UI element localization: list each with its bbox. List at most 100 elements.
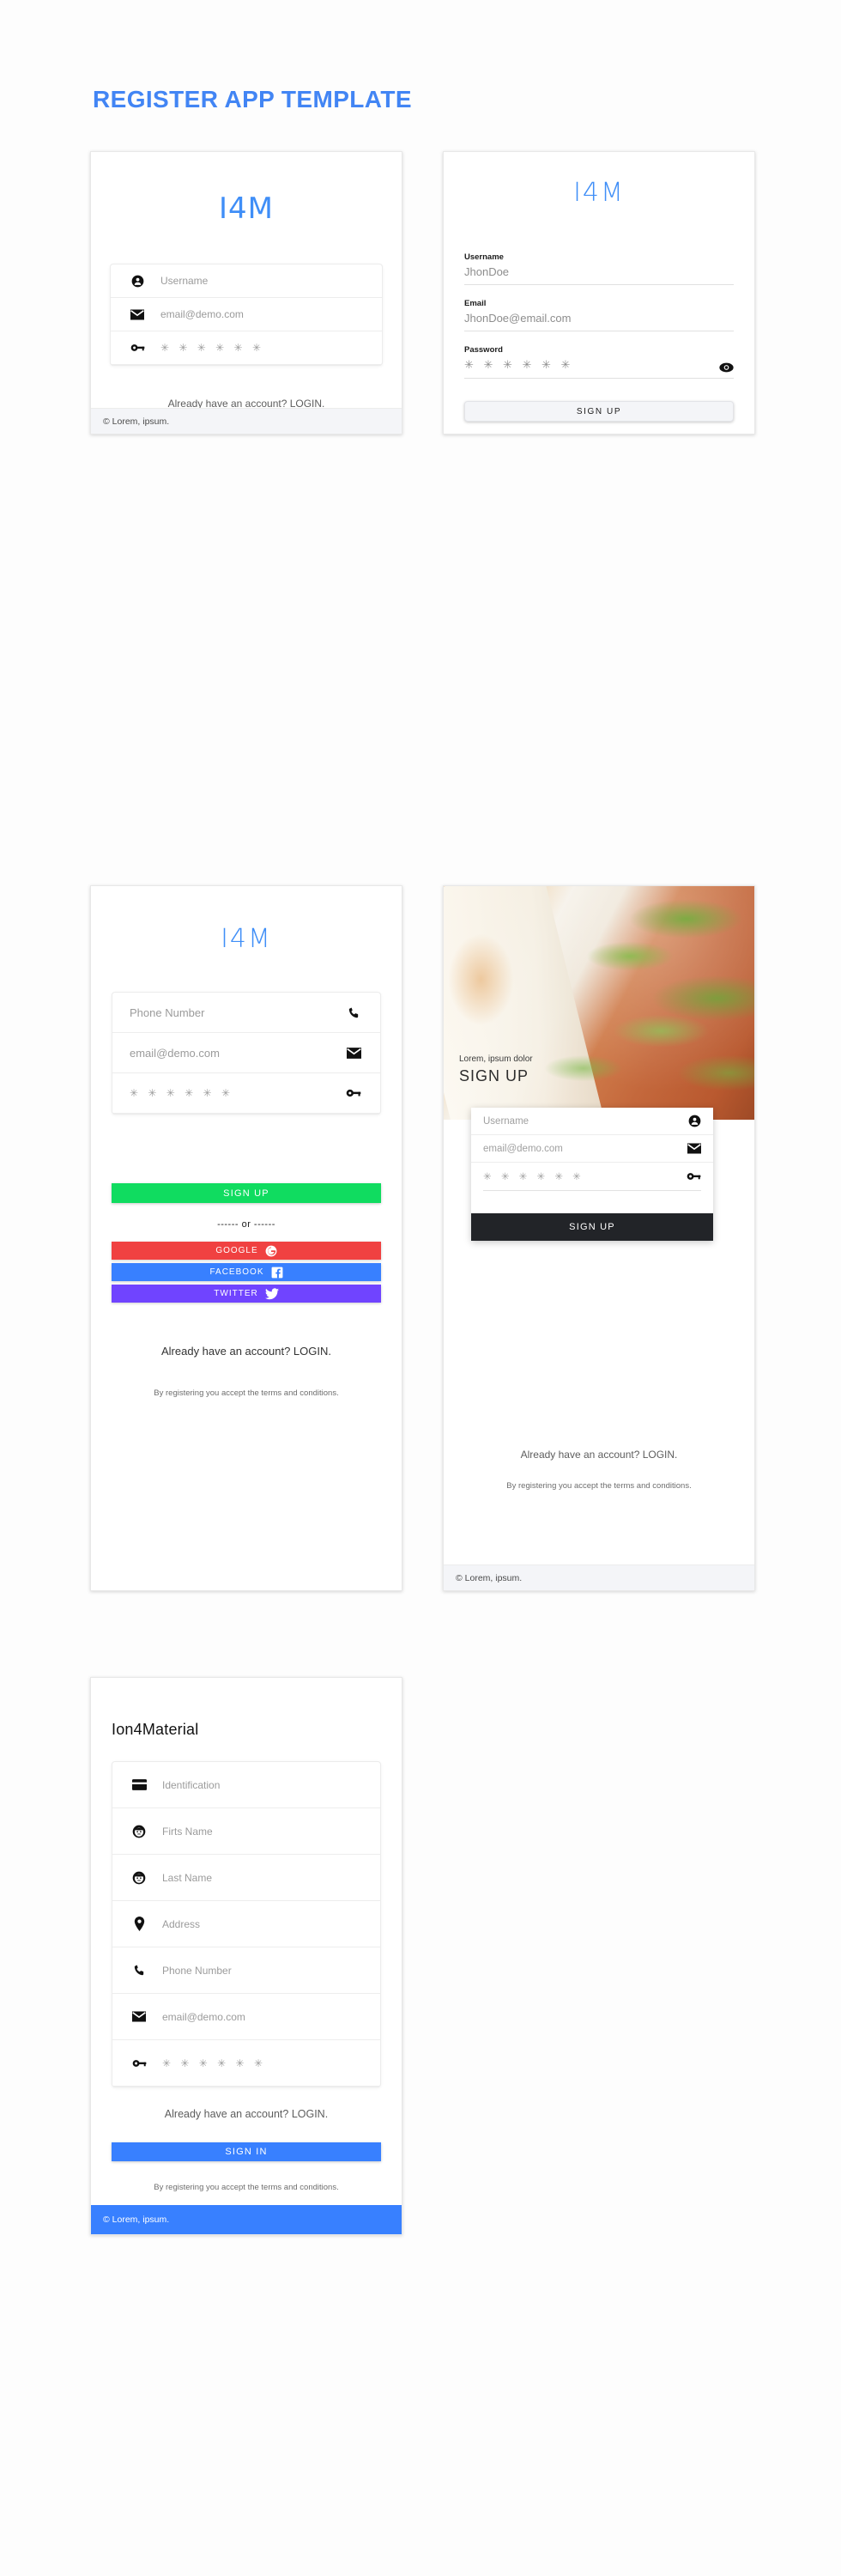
card-register-full-form: Ion4Material Identification Firts Name L… [90,1677,402,2235]
card4-hero-title: SIGN UP [459,1067,529,1084]
card4-terms: By registering you accept the terms and … [506,1481,692,1491]
face-icon [124,1825,154,1838]
card2-field-username[interactable]: Username JhonDoe [464,252,734,285]
card3-signup-button[interactable]: SIGN UP [112,1183,381,1203]
card1-field-box: Username email@demo.com ✳ ✳ ✳ ✳ ✳ ✳ [110,264,383,366]
card3-google-button[interactable]: GOOGLE [112,1242,381,1260]
phone-icon [124,1964,154,1977]
card3-logo: I4M [221,924,272,954]
card5-password-placeholder: ✳ ✳ ✳ ✳ ✳ ✳ [162,2057,266,2069]
card-register-social: I4M Phone Number email@demo.com ✳ ✳ ✳ ✳ … [90,885,402,1591]
email-icon [124,2011,154,2022]
card1-logo: I4M [219,191,274,226]
card4-username-placeholder: Username [483,1115,529,1127]
card5-title: Ion4Material [112,1721,199,1738]
card5-login-prompt[interactable]: Already have an account? LOGIN. [91,2106,402,2122]
card3-field-box: Phone Number email@demo.com ✳ ✳ ✳ ✳ ✳ ✳ [112,992,381,1115]
card2-username-label: Username [464,252,504,262]
page-title: REGISTER APP TEMPLATE [93,86,412,112]
card2-email-label: Email [464,299,487,308]
card2-field-email[interactable]: Email JhonDoe@email.com [464,299,734,331]
card1-field-email[interactable]: email@demo.com [111,298,382,331]
card-register-hero: Lorem, ipsum dolor SIGN UP Username emai… [443,885,755,1591]
card2-password-label: Password [464,345,503,355]
eye-icon[interactable] [719,362,734,373]
card4-footer-text: © Lorem, ipsum. [456,1572,523,1583]
card3-facebook-label: FACEBOOK [209,1267,264,1277]
google-icon [265,1245,277,1257]
card5-footer: © Lorem, ipsum. [91,2205,402,2234]
card2-email-value: JhonDoe@email.com [464,312,572,325]
card5-footer-text: © Lorem, ipsum. [103,2215,170,2225]
card5-field-identification[interactable]: Identification [112,1762,380,1808]
card3-twitter-button[interactable]: TWITTER [112,1285,381,1303]
card1-password-placeholder: ✳ ✳ ✳ ✳ ✳ ✳ [160,342,264,354]
card3-password-placeholder: ✳ ✳ ✳ ✳ ✳ ✳ [130,1087,233,1099]
card5-first-name-placeholder: Firts Name [162,1825,213,1838]
card3-login-prompt[interactable]: Already have an account? LOGIN. [91,1344,402,1360]
card3-or-divider: ------ or ------ [217,1219,275,1230]
card3-google-label: GOOGLE [215,1246,258,1255]
card3-field-phone[interactable]: Phone Number [112,993,380,1033]
card4-password-placeholder: ✳ ✳ ✳ ✳ ✳ ✳ [483,1172,584,1182]
card-register-basic: I4M Username email@demo.com ✳ ✳ ✳ ✳ ✳ ✳ [90,151,402,434]
card3-terms: By registering you accept the terms and … [154,1388,339,1398]
location-pin-icon [124,1917,154,1931]
card4-field-box: Username email@demo.com ✳ ✳ ✳ ✳ ✳ ✳ SIGN… [471,1108,713,1241]
card4-hero-subtitle: Lorem, ipsum dolor [459,1054,533,1064]
card4-footer: © Lorem, ipsum. [444,1564,754,1590]
card4-field-email[interactable]: email@demo.com [471,1135,713,1163]
card4-form-spacer [471,1191,713,1213]
card4-field-password[interactable]: ✳ ✳ ✳ ✳ ✳ ✳ [471,1163,713,1190]
card-register-floating-labels: I4M Username JhonDoe Email JhonDoe@email… [443,151,755,434]
card5-field-box: Identification Firts Name Last Name Addr… [112,1761,381,2087]
page-root: REGISTER APP TEMPLATE I4M Username email… [0,0,841,2576]
card5-phone-placeholder: Phone Number [162,1964,232,1977]
card5-field-address[interactable]: Address [112,1901,380,1947]
key-icon [339,1088,368,1098]
card3-twitter-label: TWITTER [214,1289,258,1298]
card1-username-placeholder: Username [160,275,209,287]
facebook-icon [271,1267,283,1279]
card5-email-placeholder: email@demo.com [162,2010,245,2023]
twitter-icon [264,1287,279,1300]
key-icon [687,1171,701,1182]
card3-phone-placeholder: Phone Number [130,1005,205,1019]
card4-field-username[interactable]: Username [471,1108,713,1135]
card4-signup-button[interactable]: SIGN UP [471,1213,713,1241]
card1-field-password[interactable]: ✳ ✳ ✳ ✳ ✳ ✳ [111,331,382,365]
card5-terms: By registering you accept the terms and … [154,2183,339,2193]
key-icon [124,2058,154,2069]
card5-address-placeholder: Address [162,1917,201,1930]
card5-field-email[interactable]: email@demo.com [112,1994,380,2040]
card5-field-first-name[interactable]: Firts Name [112,1808,380,1855]
account-icon [123,275,152,288]
card5-identification-placeholder: Identification [162,1778,221,1791]
card1-footer: © Lorem, ipsum. [91,408,402,434]
card3-field-password[interactable]: ✳ ✳ ✳ ✳ ✳ ✳ [112,1073,380,1114]
email-icon [339,1047,368,1059]
card5-field-password[interactable]: ✳ ✳ ✳ ✳ ✳ ✳ [112,2040,380,2087]
card5-field-phone[interactable]: Phone Number [112,1947,380,1994]
card3-field-email[interactable]: email@demo.com [112,1033,380,1073]
hero-overlay: Lorem, ipsum dolor SIGN UP [459,1054,533,1085]
card-icon [124,1779,154,1790]
face-icon [124,1871,154,1885]
card2-username-value: JhonDoe [464,265,510,278]
card2-field-password[interactable]: Password ✳ ✳ ✳ ✳ ✳ ✳ [464,345,734,379]
phone-icon [339,1006,368,1019]
card5-field-last-name[interactable]: Last Name [112,1855,380,1901]
card1-footer-text: © Lorem, ipsum. [103,416,170,427]
card2-password-value: ✳ ✳ ✳ ✳ ✳ ✳ [464,358,574,371]
card4-login-prompt[interactable]: Already have an account? LOGIN. [444,1448,754,1462]
email-icon [123,309,152,320]
card3-email-placeholder: email@demo.com [130,1046,220,1060]
card5-signin-button[interactable]: SIGN IN [112,2142,381,2162]
card2-signup-button[interactable]: SIGN UP [464,401,734,422]
card2-logo: I4M [573,178,625,208]
card3-facebook-button[interactable]: FACEBOOK [112,1263,381,1281]
card1-field-username[interactable]: Username [111,264,382,298]
card4-email-placeholder: email@demo.com [483,1143,563,1154]
card5-last-name-placeholder: Last Name [162,1871,213,1884]
card1-email-placeholder: email@demo.com [160,308,244,320]
